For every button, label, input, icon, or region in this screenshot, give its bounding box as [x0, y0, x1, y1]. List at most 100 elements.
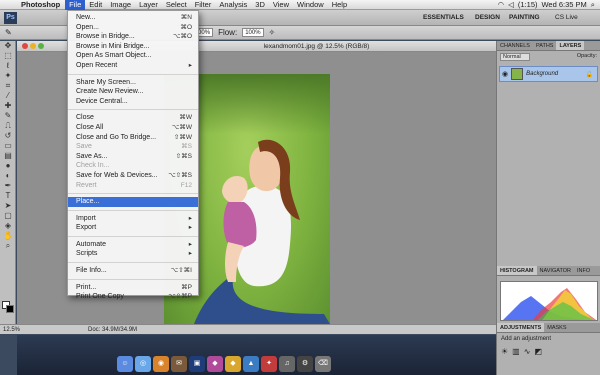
file-menu-item[interactable]: Import ▸ — [68, 214, 198, 224]
clone-stamp-tool-icon[interactable]: ⎍ — [0, 121, 16, 131]
eyedropper-tool-icon[interactable]: ⁄ — [0, 91, 16, 101]
file-menu-item[interactable]: Browse in Mini Bridge... — [68, 42, 198, 52]
curves-icon[interactable]: ∿ — [524, 347, 531, 356]
file-menu-item[interactable]: Close All ⌥⌘W — [68, 123, 198, 133]
history-brush-tool-icon[interactable]: ↺ — [0, 131, 16, 141]
firefox-icon[interactable]: ◉ — [153, 356, 169, 372]
workspace-design[interactable]: DESIGN — [472, 12, 503, 23]
file-menu-item[interactable]: Automate ▸ — [68, 240, 198, 250]
spotlight-icon[interactable]: ⌕ — [591, 0, 595, 10]
file-menu-item[interactable]: Save for Web & Devices... ⌥⇧⌘S — [68, 171, 198, 181]
gradient-tool-icon[interactable]: ▤ — [0, 151, 16, 161]
tab-channels[interactable]: CHANNELS — [497, 41, 533, 50]
menu-window[interactable]: Window — [293, 0, 328, 10]
clock[interactable]: Wed 6:35 PM — [541, 0, 586, 9]
brush-preset-icon[interactable]: ✎ — [5, 28, 12, 37]
file-menu-item[interactable]: Open... ⌘O — [68, 23, 198, 33]
file-menu-item[interactable]: Export ▸ — [68, 223, 198, 233]
file-menu-item[interactable]: Place... — [68, 197, 198, 207]
volume-icon[interactable]: ◁ — [508, 0, 514, 9]
workspace-painting[interactable]: PAINTING — [506, 12, 543, 23]
lasso-tool-icon[interactable]: ℓ — [0, 61, 16, 71]
tab-adjustments[interactable]: ADJUSTMENTS — [497, 323, 545, 332]
finder-icon[interactable]: ☺ — [117, 356, 133, 372]
flow-field[interactable]: 100% — [242, 28, 264, 37]
eraser-tool-icon[interactable]: ▭ — [0, 141, 16, 151]
system-prefs-icon[interactable]: ⚙ — [297, 356, 313, 372]
pen-tool-icon[interactable]: ✒ — [0, 181, 16, 191]
file-menu-item[interactable]: New... ⌘N — [68, 13, 198, 23]
menu-select[interactable]: Select — [162, 0, 191, 10]
file-menu-item[interactable]: Open Recent ▸ — [68, 61, 198, 71]
trash-icon[interactable]: ⌫ — [315, 356, 331, 372]
file-menu-item[interactable]: Browse in Bridge... ⌥⌘O — [68, 32, 198, 42]
bridge-dock-icon[interactable]: ▲ — [243, 356, 259, 372]
tab-info[interactable]: INFO — [574, 266, 593, 275]
file-menu-item[interactable]: Print... ⌘P — [68, 283, 198, 293]
tab-histogram[interactable]: HISTOGRAM — [497, 266, 537, 275]
zoom-level[interactable]: 12.5% — [3, 327, 20, 333]
menu-analysis[interactable]: Analysis — [215, 0, 251, 10]
app-menu[interactable]: Photoshop — [16, 0, 65, 9]
move-tool-icon[interactable]: ✥ — [0, 41, 16, 51]
brush-tool-icon[interactable]: ✎ — [0, 111, 16, 121]
exposure-icon[interactable]: ◩ — [534, 347, 542, 356]
file-menu-item[interactable]: Close and Go To Bridge... ⇧⌘W — [68, 133, 198, 143]
file-menu-item[interactable]: Device Central... — [68, 97, 198, 107]
safari-icon[interactable]: ◎ — [135, 356, 151, 372]
tab-masks[interactable]: MASKS — [544, 323, 569, 332]
file-menu-item[interactable]: File Info... ⌥⇧⌘I — [68, 266, 198, 276]
visibility-eye-icon[interactable]: ◉ — [502, 70, 508, 78]
menu-view[interactable]: View — [269, 0, 293, 10]
levels-icon[interactable]: ▥ — [512, 347, 520, 356]
menu-filter[interactable]: Filter — [191, 0, 216, 10]
type-tool-icon[interactable]: T — [0, 191, 16, 201]
menu-help[interactable]: Help — [328, 0, 351, 10]
workspace-essentials[interactable]: ESSENTIALS — [420, 12, 467, 23]
file-menu-item[interactable]: Save As... ⇧⌘S — [68, 152, 198, 162]
minimize-window-icon[interactable] — [30, 43, 36, 49]
tab-layers[interactable]: LAYERS — [556, 41, 585, 50]
zoom-window-icon[interactable] — [38, 43, 44, 49]
blend-mode-select[interactable]: Normal — [500, 53, 530, 61]
path-select-tool-icon[interactable]: ➤ — [0, 201, 16, 211]
indesign-dock-icon[interactable]: ◆ — [207, 356, 223, 372]
battery-status[interactable]: (1:15) — [518, 0, 538, 9]
blur-tool-icon[interactable]: ● — [0, 161, 16, 171]
file-menu-item[interactable]: Scripts ▸ — [68, 249, 198, 259]
dodge-tool-icon[interactable]: ◐ — [0, 171, 16, 181]
hand-tool-icon[interactable]: ✋ — [0, 231, 16, 241]
layer-row-background[interactable]: ◉ Background 🔒 — [499, 66, 598, 82]
doc-size[interactable]: Doc: 34.9M/34.9M — [88, 327, 137, 333]
illustrator-dock-icon[interactable]: ◆ — [225, 356, 241, 372]
crop-tool-icon[interactable]: ⌗ — [0, 81, 16, 91]
menu-image[interactable]: Image — [106, 0, 135, 10]
file-menu-item[interactable]: Open As Smart Object... — [68, 51, 198, 61]
airbrush-icon[interactable]: ✧ — [269, 28, 276, 37]
tab-paths[interactable]: PATHS — [533, 41, 557, 50]
quick-select-tool-icon[interactable]: ✦ — [0, 71, 16, 81]
background-color-swatch[interactable] — [6, 305, 14, 313]
file-menu-item[interactable]: Create New Review... — [68, 87, 198, 97]
menu-3d[interactable]: 3D — [251, 0, 269, 10]
brightness-icon[interactable]: ☀ — [501, 347, 508, 356]
file-menu-item[interactable]: Print One Copy ⌥⇧⌘P — [68, 292, 198, 302]
cs-live-button[interactable]: CS Live — [555, 12, 578, 23]
3d-tool-icon[interactable]: ◈ — [0, 221, 16, 231]
photoshop-dock-icon[interactable]: ▣ — [189, 356, 205, 372]
shape-tool-icon[interactable]: ▢ — [0, 211, 16, 221]
close-window-icon[interactable] — [22, 43, 28, 49]
file-menu-item[interactable]: Close ⌘W — [68, 113, 198, 123]
mail-icon[interactable]: ✉ — [171, 356, 187, 372]
healing-tool-icon[interactable]: ✚ — [0, 101, 16, 111]
itunes-icon[interactable]: ♫ — [279, 356, 295, 372]
tab-navigator[interactable]: NAVIGATOR — [537, 266, 574, 275]
menu-file[interactable]: File — [65, 0, 86, 10]
menu-layer[interactable]: Layer — [135, 0, 162, 10]
menu-edit[interactable]: Edit — [85, 0, 106, 10]
zoom-tool-icon[interactable]: ⌕ — [0, 241, 16, 251]
acrobat-dock-icon[interactable]: ✦ — [261, 356, 277, 372]
file-menu-item[interactable]: Share My Screen... — [68, 78, 198, 88]
wifi-icon[interactable]: ◠ — [498, 0, 505, 9]
marquee-tool-icon[interactable]: ⬚ — [0, 51, 16, 61]
